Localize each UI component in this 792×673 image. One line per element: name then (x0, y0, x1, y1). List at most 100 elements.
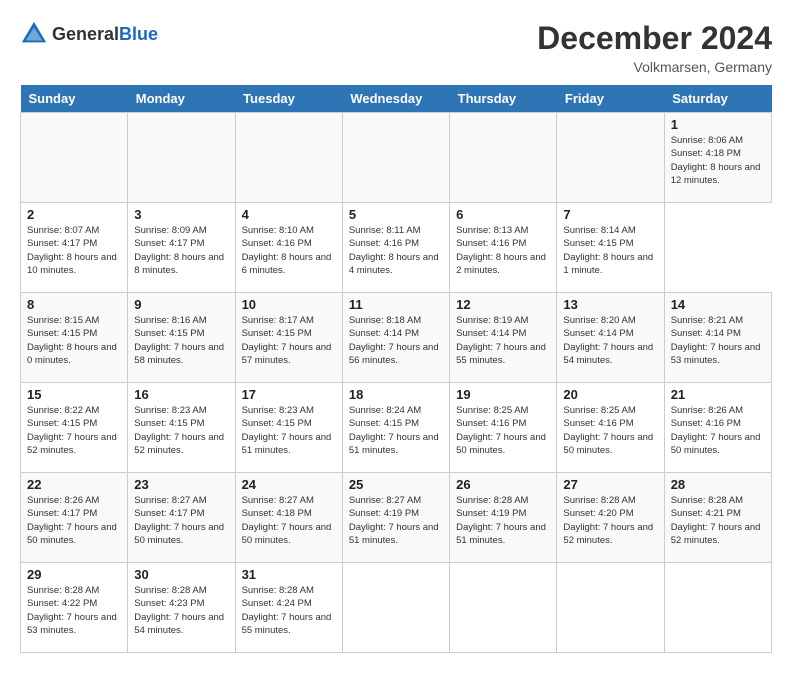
day-number: 31 (242, 567, 336, 582)
day-number: 14 (671, 297, 765, 312)
day-number: 23 (134, 477, 228, 492)
month-title: December 2024 (537, 20, 772, 57)
week-row-5: 22 Sunrise: 8:26 AMSunset: 4:17 PMDayligh… (21, 473, 772, 563)
title-block: December 2024 Volkmarsen, Germany (537, 20, 772, 75)
day-info: Sunrise: 8:28 AMSunset: 4:21 PMDaylight:… (671, 494, 765, 547)
week-row-2: 2 Sunrise: 8:07 AMSunset: 4:17 PMDaylight… (21, 203, 772, 293)
calendar-cell (128, 113, 235, 203)
day-info: Sunrise: 8:28 AMSunset: 4:23 PMDaylight:… (134, 584, 228, 637)
calendar-cell: 12Sunrise: 8:19 AMSunset: 4:14 PMDayligh… (450, 293, 557, 383)
calendar-cell (557, 113, 664, 203)
day-number: 10 (242, 297, 336, 312)
day-number: 12 (456, 297, 550, 312)
day-number: 2 (27, 207, 121, 222)
calendar-cell: 11 Sunrise: 8:18 AMSunset: 4:14 PMDayligh… (342, 293, 449, 383)
week-row-3: 8 Sunrise: 8:15 AMSunset: 4:15 PMDaylight… (21, 293, 772, 383)
day-info: Sunrise: 8:26 AMSunset: 4:16 PMDaylight:… (671, 404, 765, 457)
calendar-cell (450, 113, 557, 203)
calendar-cell: 6Sunrise: 8:13 AMSunset: 4:16 PMDaylight… (450, 203, 557, 293)
calendar-cell: 2 Sunrise: 8:07 AMSunset: 4:17 PMDaylight… (21, 203, 128, 293)
calendar-cell: 30 Sunrise: 8:28 AMSunset: 4:23 PMDayligh… (128, 563, 235, 653)
day-info: Sunrise: 8:18 AMSunset: 4:14 PMDaylight:… (349, 314, 443, 367)
calendar-cell: 27Sunrise: 8:28 AMSunset: 4:20 PMDayligh… (557, 473, 664, 563)
day-number: 24 (242, 477, 336, 492)
logo-general: General (52, 24, 119, 44)
day-number: 16 (134, 387, 228, 402)
day-number: 22 (27, 477, 121, 492)
calendar-cell (342, 563, 449, 653)
header-row: SundayMondayTuesdayWednesdayThursdayFrid… (21, 85, 772, 113)
calendar-cell (450, 563, 557, 653)
week-row-6: 29Sunrise: 8:28 AMSunset: 4:22 PMDayligh… (21, 563, 772, 653)
calendar-cell: 26 Sunrise: 8:28 AMSunset: 4:19 PMDayligh… (450, 473, 557, 563)
day-number: 20 (563, 387, 657, 402)
calendar-body: 1Sunrise: 8:06 AMSunset: 4:18 PMDaylight… (21, 113, 772, 653)
day-info: Sunrise: 8:28 AMSunset: 4:19 PMDaylight:… (456, 494, 550, 547)
day-info: Sunrise: 8:27 AMSunset: 4:17 PMDaylight:… (134, 494, 228, 547)
calendar-cell: 13 Sunrise: 8:20 AMSunset: 4:14 PMDayligh… (557, 293, 664, 383)
calendar-cell: 29Sunrise: 8:28 AMSunset: 4:22 PMDayligh… (21, 563, 128, 653)
day-info: Sunrise: 8:21 AMSunset: 4:14 PMDaylight:… (671, 314, 765, 367)
calendar-cell (235, 113, 342, 203)
week-row-4: 15Sunrise: 8:22 AMSunset: 4:15 PMDayligh… (21, 383, 772, 473)
day-info: Sunrise: 8:13 AMSunset: 4:16 PMDaylight:… (456, 224, 550, 277)
day-info: Sunrise: 8:26 AMSunset: 4:17 PMDaylight:… (27, 494, 121, 547)
calendar-cell: 18 Sunrise: 8:24 AMSunset: 4:15 PMDayligh… (342, 383, 449, 473)
day-number: 27 (563, 477, 657, 492)
day-number: 25 (349, 477, 443, 492)
calendar-cell: 17 Sunrise: 8:23 AMSunset: 4:15 PMDayligh… (235, 383, 342, 473)
day-info: Sunrise: 8:27 AMSunset: 4:19 PMDaylight:… (349, 494, 443, 547)
day-info: Sunrise: 8:25 AMSunset: 4:16 PMDaylight:… (563, 404, 657, 457)
calendar-cell: 4Sunrise: 8:10 AMSunset: 4:16 PMDaylight… (235, 203, 342, 293)
header-day-sunday: Sunday (21, 85, 128, 113)
day-info: Sunrise: 8:07 AMSunset: 4:17 PMDaylight:… (27, 224, 121, 277)
day-info: Sunrise: 8:24 AMSunset: 4:15 PMDaylight:… (349, 404, 443, 457)
day-info: Sunrise: 8:22 AMSunset: 4:15 PMDaylight:… (27, 404, 121, 457)
day-number: 26 (456, 477, 550, 492)
day-info: Sunrise: 8:15 AMSunset: 4:15 PMDaylight:… (27, 314, 121, 367)
day-info: Sunrise: 8:09 AMSunset: 4:17 PMDaylight:… (134, 224, 228, 277)
calendar-cell: 20 Sunrise: 8:25 AMSunset: 4:16 PMDayligh… (557, 383, 664, 473)
day-info: Sunrise: 8:17 AMSunset: 4:15 PMDaylight:… (242, 314, 336, 367)
logo: GeneralBlue (20, 20, 158, 48)
calendar-cell: 1Sunrise: 8:06 AMSunset: 4:18 PMDaylight… (664, 113, 771, 203)
day-info: Sunrise: 8:20 AMSunset: 4:14 PMDaylight:… (563, 314, 657, 367)
day-number: 13 (563, 297, 657, 312)
day-info: Sunrise: 8:10 AMSunset: 4:16 PMDaylight:… (242, 224, 336, 277)
calendar-cell (664, 563, 771, 653)
header-day-saturday: Saturday (664, 85, 771, 113)
day-number: 5 (349, 207, 443, 222)
day-number: 17 (242, 387, 336, 402)
calendar-cell: 22 Sunrise: 8:26 AMSunset: 4:17 PMDayligh… (21, 473, 128, 563)
calendar-cell: 14 Sunrise: 8:21 AMSunset: 4:14 PMDayligh… (664, 293, 771, 383)
day-info: Sunrise: 8:11 AMSunset: 4:16 PMDaylight:… (349, 224, 443, 277)
calendar-cell (557, 563, 664, 653)
day-info: Sunrise: 8:16 AMSunset: 4:15 PMDaylight:… (134, 314, 228, 367)
calendar-cell: 10 Sunrise: 8:17 AMSunset: 4:15 PMDayligh… (235, 293, 342, 383)
calendar-cell (21, 113, 128, 203)
location: Volkmarsen, Germany (537, 59, 772, 75)
calendar-cell: 15Sunrise: 8:22 AMSunset: 4:15 PMDayligh… (21, 383, 128, 473)
day-info: Sunrise: 8:23 AMSunset: 4:15 PMDaylight:… (242, 404, 336, 457)
calendar-cell: 3Sunrise: 8:09 AMSunset: 4:17 PMDaylight… (128, 203, 235, 293)
calendar-cell: 21Sunrise: 8:26 AMSunset: 4:16 PMDayligh… (664, 383, 771, 473)
day-number: 8 (27, 297, 121, 312)
header-day-tuesday: Tuesday (235, 85, 342, 113)
day-number: 11 (349, 297, 443, 312)
calendar-cell: 25 Sunrise: 8:27 AMSunset: 4:19 PMDayligh… (342, 473, 449, 563)
calendar-cell (342, 113, 449, 203)
day-number: 9 (134, 297, 228, 312)
day-info: Sunrise: 8:06 AMSunset: 4:18 PMDaylight:… (671, 134, 765, 187)
header-day-friday: Friday (557, 85, 664, 113)
calendar-cell: 19Sunrise: 8:25 AMSunset: 4:16 PMDayligh… (450, 383, 557, 473)
day-number: 18 (349, 387, 443, 402)
day-number: 19 (456, 387, 550, 402)
logo-blue: Blue (119, 24, 158, 44)
calendar-cell: 28Sunrise: 8:28 AMSunset: 4:21 PMDayligh… (664, 473, 771, 563)
logo-text: GeneralBlue (52, 24, 158, 45)
header-day-wednesday: Wednesday (342, 85, 449, 113)
calendar-cell: 8 Sunrise: 8:15 AMSunset: 4:15 PMDaylight… (21, 293, 128, 383)
calendar-cell: 31Sunrise: 8:28 AMSunset: 4:24 PMDayligh… (235, 563, 342, 653)
calendar-cell: 5 Sunrise: 8:11 AMSunset: 4:16 PMDaylight… (342, 203, 449, 293)
day-number: 30 (134, 567, 228, 582)
